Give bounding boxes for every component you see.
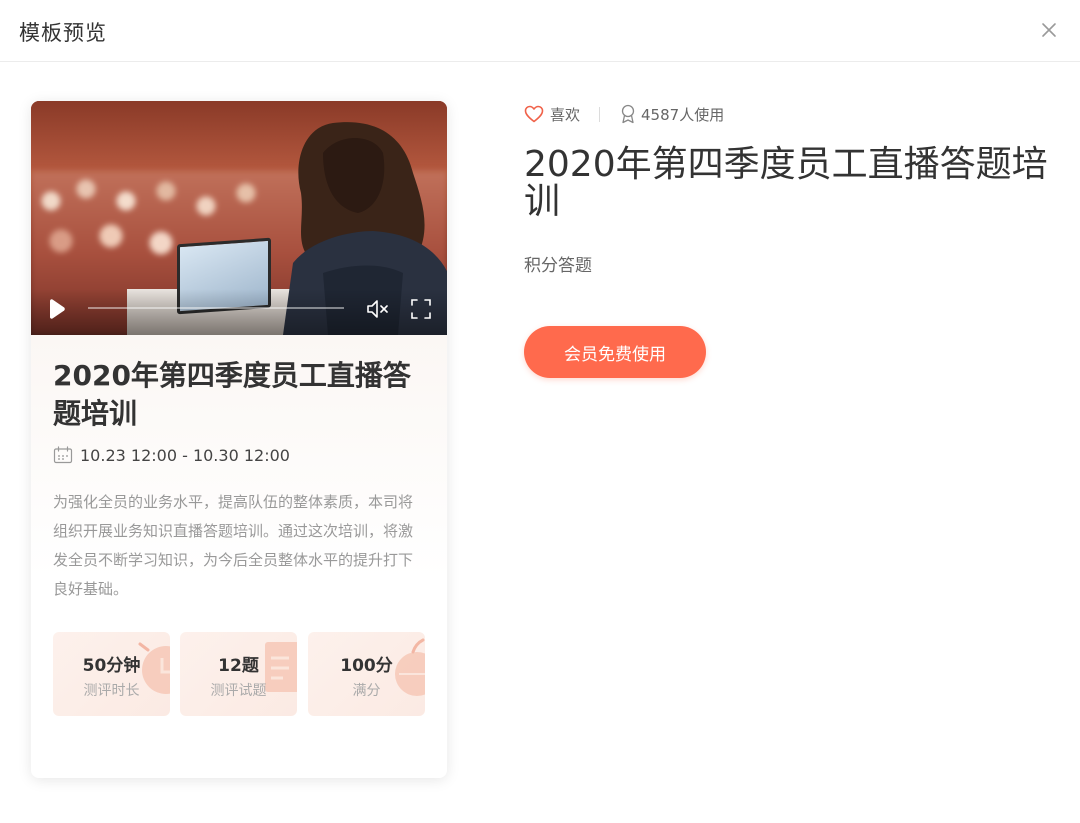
modal-header: 模板预览 xyxy=(0,0,1080,62)
meta-divider xyxy=(599,106,601,122)
stat-label: 测评试题 xyxy=(210,683,267,699)
medal-icon xyxy=(621,104,635,124)
template-title: 2020年第四季度员工直播答题培训 xyxy=(524,144,1048,222)
usage-count: 4587人使用 xyxy=(641,105,725,124)
card-date-range: 10.23 12:00 - 10.30 12:00 xyxy=(80,445,290,465)
mute-icon[interactable] xyxy=(365,297,391,321)
stat-value: 50分钟 xyxy=(82,656,141,676)
template-category: 积分答题 xyxy=(524,256,592,276)
card-date-row: 10.23 12:00 - 10.30 12:00 xyxy=(53,444,290,466)
template-preview-card: 2020年第四季度员工直播答题培训 10.23 12:00 - 10.30 12… xyxy=(31,101,447,778)
card-stats: 50分钟 测评时长 12题 测评试题 100分 满分 xyxy=(53,632,425,716)
stat-questions: 12题 测评试题 xyxy=(180,632,297,716)
stat-duration: 50分钟 测评时长 xyxy=(53,632,170,716)
modal-title: 模板预览 xyxy=(19,21,107,45)
stat-full-score: 100分 满分 xyxy=(308,632,425,716)
use-template-button[interactable]: 会员免费使用 xyxy=(524,326,706,378)
calendar-icon xyxy=(53,446,73,464)
stat-label: 测评时长 xyxy=(83,683,140,699)
close-icon xyxy=(1042,23,1056,37)
stat-value: 100分 xyxy=(340,656,393,676)
play-icon[interactable] xyxy=(45,298,67,320)
card-title: 2020年第四季度员工直播答题培训 xyxy=(53,359,411,430)
stat-label: 满分 xyxy=(352,683,381,699)
video-player[interactable] xyxy=(31,101,447,335)
fullscreen-icon[interactable] xyxy=(409,297,433,321)
heart-icon[interactable] xyxy=(524,105,544,123)
card-description: 为强化全员的业务水平，提高队伍的整体素质，本司将组织开展业务知识直播答题培训。通… xyxy=(53,493,414,598)
close-button[interactable] xyxy=(1036,17,1062,43)
video-progress-bar[interactable] xyxy=(88,307,344,309)
template-meta-row: 喜欢 4587人使用 xyxy=(524,102,724,126)
stat-value: 12题 xyxy=(218,656,259,676)
like-button[interactable]: 喜欢 xyxy=(550,104,580,125)
